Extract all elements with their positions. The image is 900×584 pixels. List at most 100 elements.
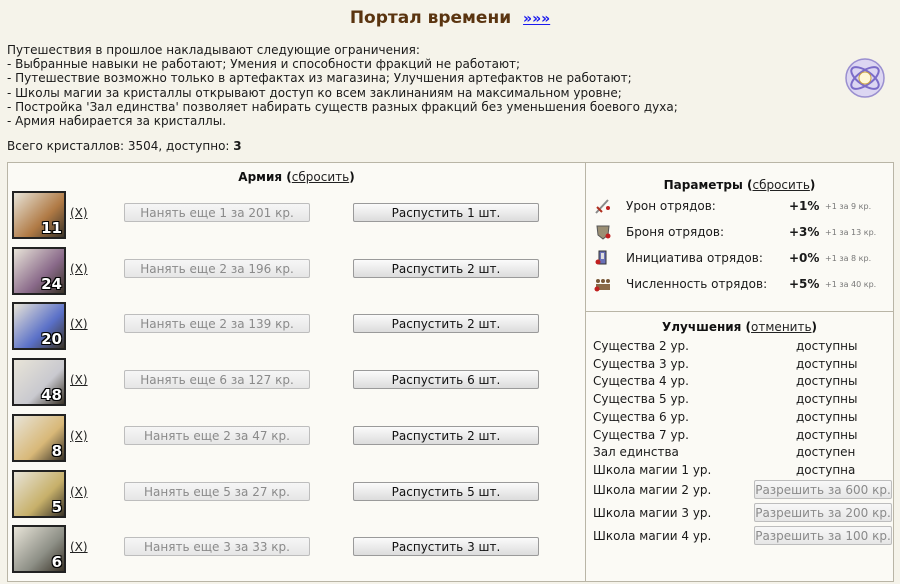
unit-row: 48 (X) Нанять еще 6 за 127 кр. Распустить 6… (12, 358, 572, 407)
unit-remove-link[interactable]: (X) (70, 317, 88, 331)
allow-upgrade-button[interactable]: Разрешить за 600 кр. (754, 479, 892, 499)
restriction-item: - Постройка 'Зал единства' позволяет наб… (7, 99, 678, 114)
upgrade-name: Зал единства (593, 445, 679, 460)
army-title: Армия (сбросить) (238, 170, 355, 184)
upgrade-name: Существа 7 ур. (593, 427, 689, 442)
param-row: Урон отрядов: +1% +1 за 9 кр. (594, 197, 884, 217)
param-increase-link[interactable]: +1 за 9 кр. (825, 202, 871, 211)
param-increase-link[interactable]: +1 за 13 кр. (825, 228, 876, 237)
upgrades-title-text: Улучшения (661, 320, 742, 334)
upgrade-row: Школа магии 1 ур. доступна (593, 463, 888, 480)
crystals-info: Всего кристаллов: 3504, доступно: 3 (7, 139, 242, 153)
portal-icon (845, 58, 885, 98)
unit-count: 24 (41, 274, 62, 293)
upgrade-name: Существа 3 ур. (593, 356, 689, 371)
unit-remove-link[interactable]: (X) (70, 485, 88, 499)
param-increase-link[interactable]: +1 за 40 кр. (825, 280, 876, 289)
upgrade-row: Существа 7 ур. доступны (593, 428, 888, 445)
upgrade-row: Существа 6 ур. доступны (593, 410, 888, 427)
upgrades-cancel-link[interactable]: отменить (751, 320, 811, 334)
upgrade-name: Существа 5 ур. (593, 392, 689, 407)
page-title: Портал времени »»» (0, 8, 900, 28)
unit-count: 20 (41, 330, 62, 349)
hire-button[interactable]: Нанять еще 1 за 201 кр. (124, 203, 310, 222)
army-panel: Армия (сбросить) 11 (X) Нанять еще 1 за 20… (7, 162, 586, 582)
upgrade-name: Существа 6 ур. (593, 409, 689, 424)
unit-row: 20 (X) Нанять еще 2 за 139 кр. Распустить 2… (12, 302, 572, 351)
upgrade-status: доступны (796, 356, 858, 371)
upgrade-row: Существа 3 ур. доступны (593, 357, 888, 374)
crystals-label: Всего кристаллов: 3504, доступно: (7, 139, 230, 153)
crystals-available: 3 (233, 139, 242, 153)
upgrade-name: Школа магии 1 ур. (593, 462, 712, 477)
unit-portrait[interactable]: 24 (12, 246, 66, 295)
unit-count: 48 (41, 386, 62, 405)
upgrade-row: Зал единства доступен (593, 445, 888, 462)
unit-remove-link[interactable]: (X) (70, 373, 88, 387)
unit-portrait[interactable]: 48 (12, 358, 66, 407)
unit-count: 8 (51, 441, 62, 460)
upgrade-name: Существа 2 ур. (593, 339, 689, 353)
param-value: +5% (789, 277, 820, 291)
hire-button[interactable]: Нанять еще 6 за 127 кр. (124, 370, 310, 390)
hire-button[interactable]: Нанять еще 2 за 47 кр. (124, 425, 310, 445)
army-reset-link[interactable]: сбросить (292, 170, 349, 184)
param-value: +0% (789, 251, 820, 265)
dismiss-button[interactable]: Распустить 2 шт. (353, 258, 539, 278)
hire-button[interactable]: Нанять еще 2 за 196 кр. (124, 258, 310, 278)
param-name: Численность отрядов: (626, 277, 768, 291)
more-link[interactable]: »»» (523, 11, 550, 27)
hire-button[interactable]: Нанять еще 3 за 33 кр. (124, 537, 310, 557)
params-title: Параметры (сбросить) (663, 178, 816, 192)
param-name: Инициатива отрядов: (626, 251, 763, 265)
armor-icon (594, 223, 612, 241)
params-reset-link[interactable]: сбросить (752, 178, 809, 192)
sword-damage-icon (594, 197, 612, 215)
param-increase-link[interactable]: +1 за 8 кр. (825, 254, 871, 263)
upgrade-status: доступны (796, 339, 858, 353)
upgrade-row: Существа 5 ур. доступны (593, 392, 888, 409)
unit-remove-link[interactable]: (X) (70, 540, 88, 554)
dismiss-button[interactable]: Распустить 2 шт. (353, 425, 539, 445)
unit-count: 11 (41, 219, 62, 237)
dismiss-button[interactable]: Распустить 6 шт. (353, 370, 539, 390)
unit-portrait[interactable]: 5 (12, 469, 66, 518)
unit-portrait[interactable]: 8 (12, 413, 66, 462)
unit-portrait[interactable]: 6 (12, 525, 66, 574)
param-name: Урон отрядов: (626, 199, 716, 213)
restriction-item: - Армия набирается за кристаллы. (7, 114, 227, 129)
params-panel: Параметры (сбросить) Урон отрядов: +1% +1 … (585, 162, 894, 312)
restrictions-block: Путешествия в прошлое накладывают следую… (7, 43, 827, 128)
unit-remove-link[interactable]: (X) (70, 206, 88, 220)
upgrades-panel: Улучшения (отменить) Существа 2 ур. досту… (585, 311, 894, 582)
upgrade-status: доступны (796, 409, 858, 424)
page-title-text: Портал времени (349, 8, 512, 28)
upgrade-status: доступны (796, 427, 858, 442)
hire-button[interactable]: Нанять еще 2 за 139 кр. (124, 314, 310, 334)
upgrade-status: доступен (796, 445, 856, 460)
unit-count: 6 (51, 553, 62, 572)
unit-portrait[interactable]: 11 (12, 191, 66, 239)
unit-remove-link[interactable]: (X) (70, 429, 88, 443)
hire-button[interactable]: Нанять еще 5 за 27 кр. (124, 481, 310, 501)
dismiss-button[interactable]: Распустить 3 шт. (353, 537, 539, 557)
upgrade-row: Школа магии 2 ур. Разрешить за 600 кр. (593, 479, 892, 500)
dismiss-button[interactable]: Распустить 1 шт. (353, 203, 539, 222)
upgrade-status: доступна (796, 462, 856, 477)
unit-portrait[interactable]: 20 (12, 302, 66, 351)
allow-upgrade-button[interactable]: Разрешить за 200 кр. (754, 502, 892, 522)
unit-row: 11 (X) Нанять еще 1 за 201 кр. Распустить 1… (12, 191, 572, 239)
dismiss-button[interactable]: Распустить 2 шт. (353, 314, 539, 334)
upgrade-status: доступны (796, 392, 858, 407)
unit-row: 24 (X) Нанять еще 2 за 196 кр. Распустить 2… (12, 246, 572, 295)
param-value: +3% (789, 225, 820, 239)
upgrade-name: Школа магии 4 ур. (593, 528, 712, 543)
param-row: Инициатива отрядов: +0% +1 за 8 кр. (594, 249, 884, 269)
restriction-item: - Школы магии за кристаллы открывают дос… (7, 85, 622, 100)
allow-upgrade-button[interactable]: Разрешить за 100 кр. (754, 525, 892, 545)
param-row: Численность отрядов: +5% +1 за 40 кр. (594, 275, 884, 295)
upgrades-title: Улучшения (отменить) (661, 320, 818, 334)
upgrade-status: доступны (796, 374, 858, 389)
dismiss-button[interactable]: Распустить 5 шт. (353, 481, 539, 501)
unit-remove-link[interactable]: (X) (70, 262, 88, 276)
